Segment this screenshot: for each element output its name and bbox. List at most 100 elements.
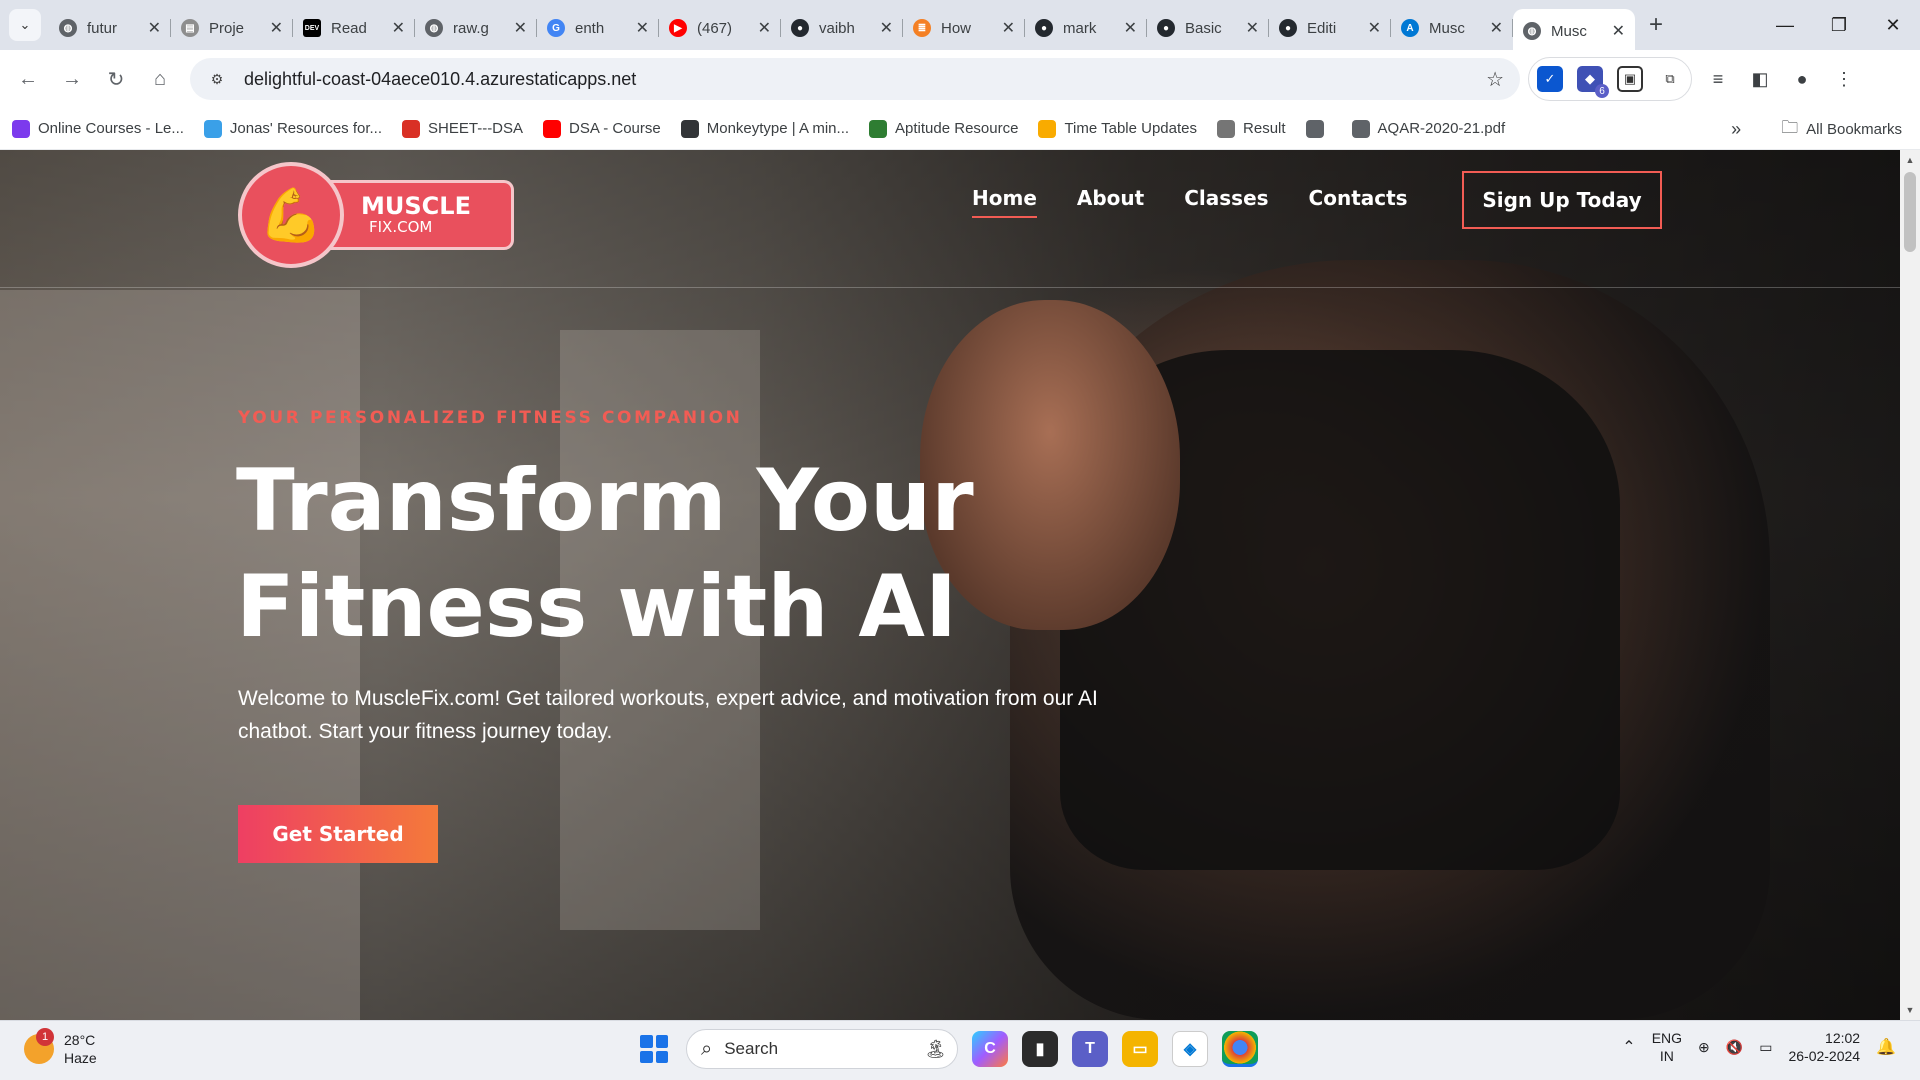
bookmark-item[interactable] <box>1305 119 1332 138</box>
new-tab-button[interactable]: + <box>1649 11 1663 39</box>
address-bar[interactable]: ⚙ delightful-coast-04aece010.4.azurestat… <box>190 58 1520 100</box>
weather-badge: 1 <box>36 1028 54 1046</box>
url-text[interactable]: delightful-coast-04aece010.4.azurestatic… <box>244 69 636 90</box>
close-window-icon[interactable]: ✕ <box>1866 0 1920 50</box>
flexed-arm-icon: 💪 <box>238 162 344 268</box>
network-icon[interactable]: ⊕ <box>1698 1039 1710 1056</box>
back-icon[interactable]: ← <box>8 59 48 99</box>
bookmark-item[interactable]: Online Courses - Le... <box>12 119 184 138</box>
bookmark-item[interactable]: Time Table Updates <box>1038 119 1197 138</box>
volume-muted-icon[interactable]: 🔇 <box>1726 1039 1743 1056</box>
get-started-button[interactable]: Get Started <box>238 805 438 863</box>
taskbar-search[interactable]: ⌕ Search 🏝 <box>686 1029 958 1069</box>
clock[interactable]: 12:02 26-02-2024 <box>1788 1029 1860 1065</box>
bookmark-item[interactable]: DSA - Course <box>543 119 661 138</box>
app-shield-icon[interactable]: ◈ <box>1172 1031 1208 1067</box>
tab[interactable]: ◍ raw.g ✕ <box>415 9 537 47</box>
tab-title: raw.g <box>453 19 489 37</box>
teams-icon[interactable]: T <box>1072 1031 1108 1067</box>
picture-in-picture-icon[interactable]: ▣ <box>1617 66 1643 92</box>
bookmark-item[interactable]: AQAR-2020-21.pdf <box>1351 119 1505 138</box>
bookmark-item[interactable]: Aptitude Resource <box>869 119 1019 138</box>
forward-icon[interactable]: → <box>52 59 92 99</box>
tray-chevron-up-icon[interactable]: ⌃ <box>1622 1037 1635 1057</box>
signup-button[interactable]: Sign Up Today <box>1462 171 1662 229</box>
chrome-icon[interactable] <box>1222 1031 1258 1067</box>
minimize-icon[interactable]: — <box>1758 0 1812 50</box>
bookmark-item[interactable]: Monkeytype | A min... <box>680 119 849 138</box>
extensions-group: ✓ ◆ 6 ▣ ⧉ <box>1528 57 1692 101</box>
tab-close-icon[interactable]: ✕ <box>1246 18 1259 38</box>
tab[interactable]: A Musc ✕ <box>1391 9 1513 47</box>
site-logo[interactable]: 💪 MUSCLE FIX.COM <box>238 162 514 268</box>
tab[interactable]: ● Editi ✕ <box>1269 9 1391 47</box>
hero-title-line1: Transform Your <box>236 451 974 551</box>
tab[interactable]: ▤ Proje ✕ <box>171 9 293 47</box>
taskbar-search-label: Search <box>724 1039 779 1058</box>
language-indicator[interactable]: ENG IN <box>1652 1029 1682 1065</box>
tab-close-icon[interactable]: ✕ <box>1490 18 1503 38</box>
file-explorer-icon[interactable]: ▭ <box>1122 1031 1158 1067</box>
scroll-up-icon[interactable]: ▲ <box>1900 152 1920 168</box>
tab[interactable]: ▶ (467) ✕ <box>659 9 781 47</box>
nav-about[interactable]: About <box>1077 186 1144 218</box>
battery-icon[interactable]: ▭ <box>1759 1039 1772 1056</box>
bookmark-item[interactable]: Result <box>1217 119 1286 138</box>
tab-close-icon[interactable]: ✕ <box>270 18 283 38</box>
home-icon[interactable]: ⌂ <box>140 59 180 99</box>
extension-check-icon[interactable]: ✓ <box>1537 66 1563 92</box>
tab-close-icon[interactable]: ✕ <box>880 18 893 38</box>
weather-text: 28°C Haze <box>64 1031 97 1067</box>
side-panel-icon[interactable]: ◧ <box>1744 63 1776 95</box>
tab[interactable]: ● mark ✕ <box>1025 9 1147 47</box>
scroll-thumb[interactable] <box>1904 172 1916 252</box>
restore-icon[interactable]: ❐ <box>1812 0 1866 50</box>
copilot-icon[interactable]: C <box>972 1031 1008 1067</box>
page-scrollbar[interactable]: ▲ ▼ <box>1900 150 1920 1020</box>
tab[interactable]: DEV Read ✕ <box>293 9 415 47</box>
notification-bell-icon[interactable]: 🔔 <box>1876 1037 1896 1057</box>
tab[interactable]: ◍ futur ✕ <box>49 9 171 47</box>
tab[interactable]: Genth ✕ <box>537 9 659 47</box>
nav-contacts[interactable]: Contacts <box>1309 186 1408 218</box>
puzzle-extensions-icon[interactable]: ⧉ <box>1657 66 1683 92</box>
reading-list-icon[interactable]: ≡ <box>1702 63 1734 95</box>
tab-close-icon[interactable]: ✕ <box>514 18 527 38</box>
extension-badge-icon[interactable]: ◆ 6 <box>1577 66 1609 98</box>
profile-avatar-icon[interactable]: ● <box>1786 63 1818 95</box>
tab-close-icon[interactable]: ✕ <box>636 18 649 38</box>
search-highlight-icon: 🏝 <box>924 1038 947 1059</box>
scroll-down-icon[interactable]: ▼ <box>1900 1002 1920 1018</box>
nav-home[interactable]: Home <box>972 186 1037 218</box>
logo-main-text: MUSCLE <box>361 192 471 220</box>
tab[interactable]: ● vaibh ✕ <box>781 9 903 47</box>
tab-close-icon[interactable]: ✕ <box>148 18 161 38</box>
tab-close-icon[interactable]: ✕ <box>1124 18 1137 38</box>
monkeytype-icon <box>680 119 699 138</box>
tab-close-icon[interactable]: ✕ <box>392 18 405 38</box>
bookmark-item[interactable]: SHEET---DSA <box>402 119 523 138</box>
all-bookmarks-link[interactable]: All Bookmarks <box>1806 121 1902 138</box>
tab-close-icon[interactable]: ✕ <box>1002 18 1015 38</box>
tab-close-icon[interactable]: ✕ <box>1368 18 1381 38</box>
menu-kebab-icon[interactable]: ⋮ <box>1828 63 1860 95</box>
tab-close-icon[interactable]: ✕ <box>1612 21 1625 41</box>
task-view-icon[interactable]: ▮ <box>1022 1031 1058 1067</box>
tab-active[interactable]: ◍ Musc ✕ <box>1513 9 1635 53</box>
weather-widget[interactable]: 1 28°C Haze <box>24 1028 97 1067</box>
tab-title: (467) <box>697 19 733 37</box>
page-viewport: 💪 MUSCLE FIX.COM Home About Classes Cont… <box>0 150 1900 1020</box>
windows-start-icon[interactable] <box>636 1031 672 1067</box>
bookmark-star-icon[interactable]: ☆ <box>1486 67 1504 92</box>
nav-classes[interactable]: Classes <box>1184 186 1268 218</box>
bookmark-label: Aptitude Resource <box>895 120 1019 137</box>
tab-search-button[interactable]: ⌄ <box>9 9 41 41</box>
more-bookmarks-icon[interactable]: » <box>1731 119 1741 140</box>
site-info-icon[interactable]: ⚙ <box>204 66 230 92</box>
tab-close-icon[interactable]: ✕ <box>758 18 771 38</box>
tab[interactable]: ● Basic ✕ <box>1147 9 1269 47</box>
reload-icon[interactable]: ↻ <box>96 59 136 99</box>
tab[interactable]: ≣ How ✕ <box>903 9 1025 47</box>
globe-icon <box>1351 119 1370 138</box>
bookmark-item[interactable]: Jonas' Resources for... <box>203 119 382 138</box>
